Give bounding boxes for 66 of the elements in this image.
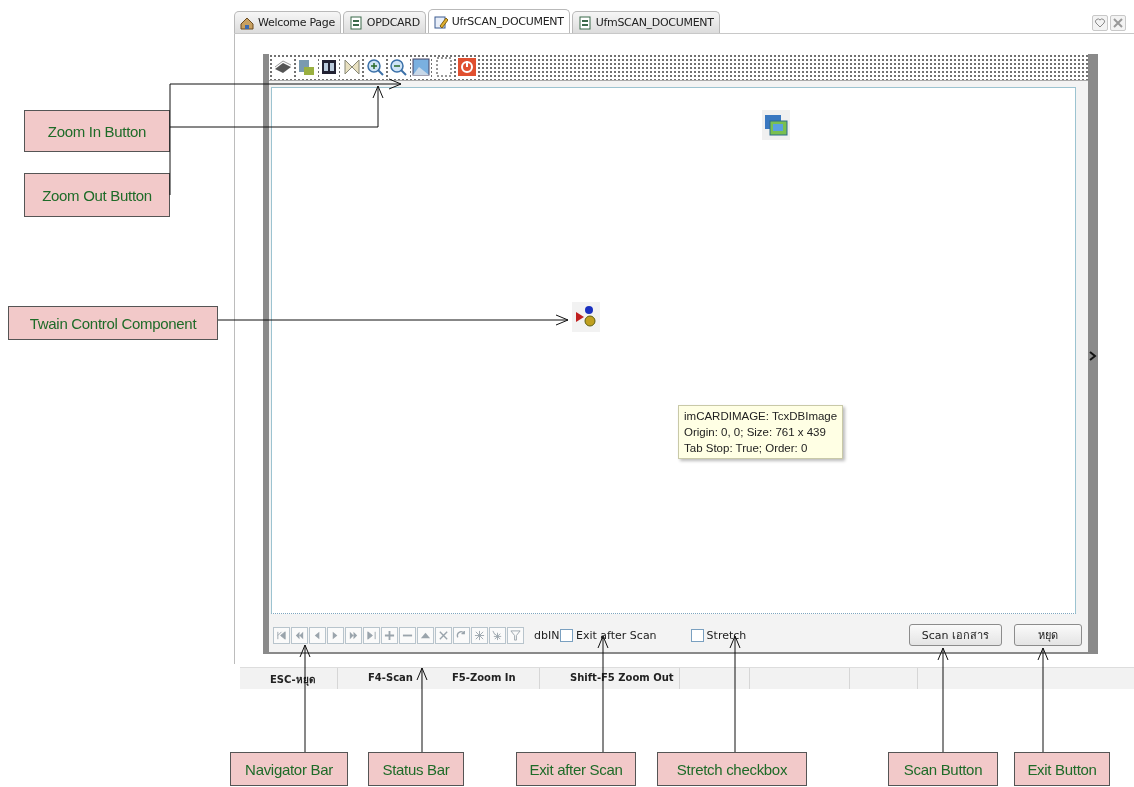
dashed-frame-icon[interactable] (434, 57, 454, 77)
bookmark-button[interactable] (471, 626, 488, 644)
checkbox[interactable] (690, 628, 704, 642)
status-text: ESC-หยุด (240, 668, 338, 689)
resize-icon[interactable] (342, 57, 362, 77)
checkbox-label: Exit after Scan (576, 628, 657, 642)
refresh-icon (456, 629, 467, 641)
close-icon[interactable] (1110, 15, 1126, 31)
last-record-button[interactable] (363, 626, 380, 644)
cancel-button[interactable] (435, 626, 452, 644)
first-record-icon (276, 629, 287, 641)
document-edit-icon (433, 14, 448, 29)
stop-button[interactable]: หยุด (1014, 624, 1082, 646)
next-page-button[interactable] (345, 626, 362, 644)
twain-component-icon (572, 302, 600, 332)
house-icon (240, 15, 254, 30)
checkbox-label: Stretch (706, 628, 747, 642)
chevron-icon[interactable] (1089, 351, 1097, 361)
scanner-icon[interactable] (273, 57, 293, 77)
refresh-button[interactable] (453, 626, 470, 644)
power-icon[interactable] (457, 57, 477, 77)
tab[interactable]: Welcome Page (234, 11, 341, 33)
first-record-button[interactable] (273, 626, 290, 644)
callout-label: Twain Control Component (8, 306, 218, 340)
component-label: dbIN (534, 628, 560, 642)
callout-label: Zoom In Button (24, 110, 170, 152)
bookmark-icon (474, 629, 485, 641)
tab[interactable]: UfrSCAN_DOCUMENT (427, 9, 570, 33)
book-icon[interactable] (319, 57, 339, 77)
next-record-button[interactable] (327, 626, 344, 644)
callout-label: Exit after Scan (516, 752, 636, 786)
status-text: F4-Scan (338, 668, 422, 689)
previous-page-button[interactable] (291, 626, 308, 644)
next-page-icon (348, 629, 359, 641)
status-text: F5-Zoom In (422, 668, 540, 689)
last-record-icon (366, 629, 377, 641)
previous-page-icon (294, 629, 305, 641)
callout-label: Exit Button (1014, 752, 1110, 786)
edit-button[interactable] (417, 626, 434, 644)
heart-icon[interactable] (1092, 15, 1108, 31)
zoom-out-icon[interactable] (388, 57, 408, 77)
tooltip: imCARDIMAGE: TcxDBImage Origin: 0, 0; Size: 761 x 439 Tab Stop: True; Order: 0 (678, 405, 844, 459)
callout-label: Navigator Bar (230, 752, 348, 786)
callout-label: Stretch checkbox (657, 752, 807, 786)
delete-button[interactable] (399, 626, 416, 644)
tab[interactable]: UfmSCAN_DOCUMENT (571, 11, 720, 33)
insert-button[interactable] (381, 626, 398, 644)
callout-label: Status Bar (368, 752, 464, 786)
image-icon[interactable] (411, 57, 431, 77)
filter-button[interactable] (507, 626, 524, 644)
form-icon (348, 15, 363, 30)
tab[interactable]: OPDCARD (342, 11, 426, 33)
filter-icon (510, 629, 521, 641)
callout-label: Scan Button (888, 752, 998, 786)
previous-record-button[interactable] (309, 626, 326, 644)
checkbox[interactable] (560, 628, 573, 642)
goto-bookmark-icon (492, 629, 503, 641)
insert-icon (384, 629, 395, 641)
goto-bookmark-button[interactable] (489, 626, 506, 644)
callout-label: Zoom Out Button (24, 173, 170, 217)
status-text: Shift-F5 Zoom Out (540, 668, 680, 689)
scan-button[interactable]: Scan เอกสาร (908, 624, 1002, 646)
cancel-icon (438, 629, 449, 641)
zoom-in-icon[interactable] (365, 57, 385, 77)
form-icon (577, 15, 592, 30)
image-component-icon (762, 110, 790, 140)
